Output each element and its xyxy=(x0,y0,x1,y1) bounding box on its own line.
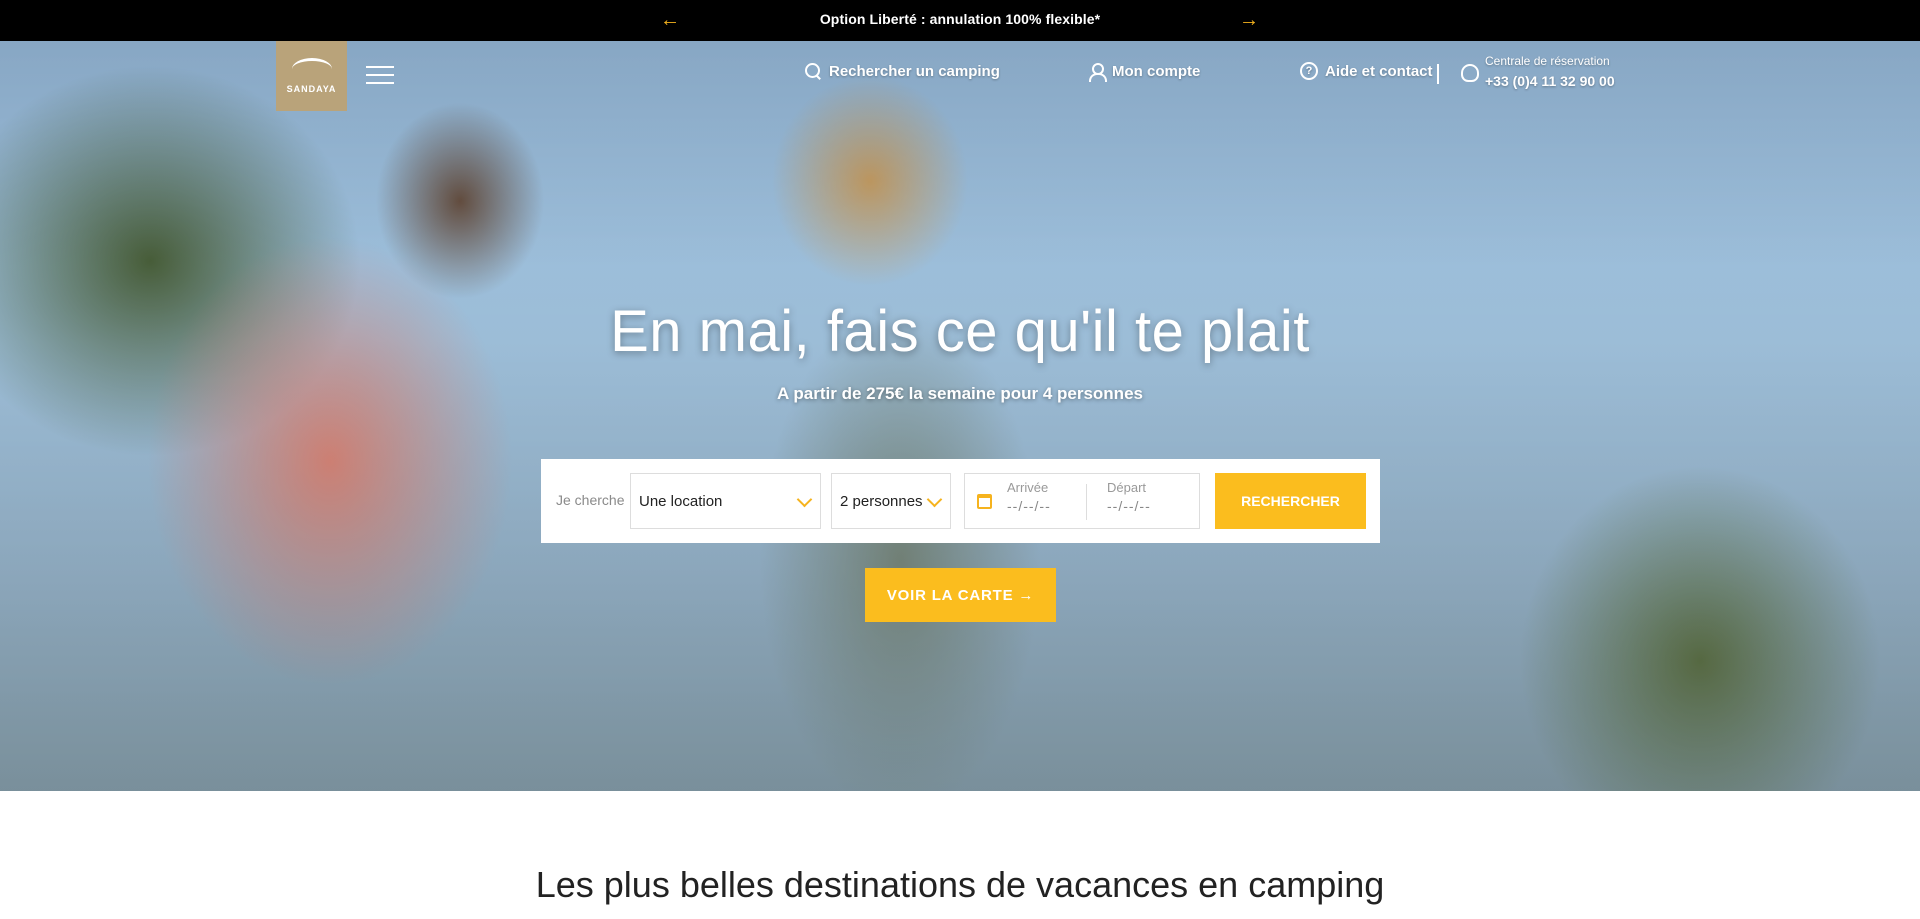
departure-value: --/--/-- xyxy=(1107,498,1151,514)
headset-icon xyxy=(1461,64,1479,82)
search-icon xyxy=(804,62,822,80)
logo-text: SANDAYA xyxy=(286,84,337,94)
destinations-heading: Les plus belles destinations de vacances… xyxy=(535,864,1385,905)
nav-divider xyxy=(1437,64,1439,84)
search-submit-button[interactable]: RECHERCHER xyxy=(1215,473,1366,529)
search-prefix-label: Je cherche xyxy=(556,492,625,508)
help-icon: ? xyxy=(1300,62,1318,80)
view-map-button[interactable]: VOIR LA CARTE → xyxy=(865,568,1056,622)
search-form: Je cherche Une location 2 personnes Arri… xyxy=(541,459,1380,543)
departure-label: Départ xyxy=(1107,480,1147,495)
date-separator xyxy=(1086,484,1087,520)
accommodation-type-value: Une location xyxy=(639,493,723,510)
hero-overlay xyxy=(0,41,1920,791)
date-range-picker[interactable]: Arrivée --/--/-- Départ --/--/-- xyxy=(964,473,1200,529)
hero-headline: En mai, fais ce qu'il te plait xyxy=(610,299,1310,364)
calendar-icon xyxy=(977,494,992,509)
chevron-down-icon xyxy=(926,491,943,508)
departure-date-field[interactable]: Départ --/--/-- xyxy=(1107,480,1151,514)
menu-icon[interactable] xyxy=(366,66,394,86)
arrival-label: Arrivée xyxy=(1007,480,1049,495)
phone-number: +33 (0)4 11 32 90 00 xyxy=(1485,73,1615,89)
arrival-date-field[interactable]: Arrivée --/--/-- xyxy=(1007,480,1051,514)
search-camping-link[interactable]: Rechercher un camping xyxy=(804,62,1000,80)
accommodation-type-select[interactable]: Une location xyxy=(630,473,821,529)
guests-select[interactable]: 2 personnes xyxy=(831,473,951,529)
announcement-bar: ← Option Liberté : annulation 100% flexi… xyxy=(0,0,1920,41)
search-camping-label: Rechercher un camping xyxy=(829,62,1000,80)
arrow-left-icon[interactable]: ← xyxy=(658,9,682,31)
hero-banner xyxy=(0,41,1920,791)
chevron-down-icon xyxy=(796,491,813,508)
guests-value: 2 personnes xyxy=(840,493,923,510)
help-label: Aide et contact xyxy=(1325,62,1433,80)
account-link[interactable]: Mon compte xyxy=(1087,62,1201,82)
hero-subline: A partir de 275€ la semaine pour 4 perso… xyxy=(777,384,1143,403)
phone-label: Centrale de réservation xyxy=(1485,54,1610,68)
logo-mark-icon xyxy=(291,58,332,80)
help-link[interactable]: ? Aide et contact xyxy=(1300,62,1433,80)
announcement-text[interactable]: Option Liberté : annulation 100% flexibl… xyxy=(700,11,1220,27)
sandaya-logo[interactable]: SANDAYA xyxy=(276,41,347,111)
arrival-value: --/--/-- xyxy=(1007,498,1051,514)
user-icon xyxy=(1087,62,1107,82)
arrow-right-icon[interactable]: → xyxy=(1237,9,1261,31)
account-label: Mon compte xyxy=(1112,62,1201,80)
